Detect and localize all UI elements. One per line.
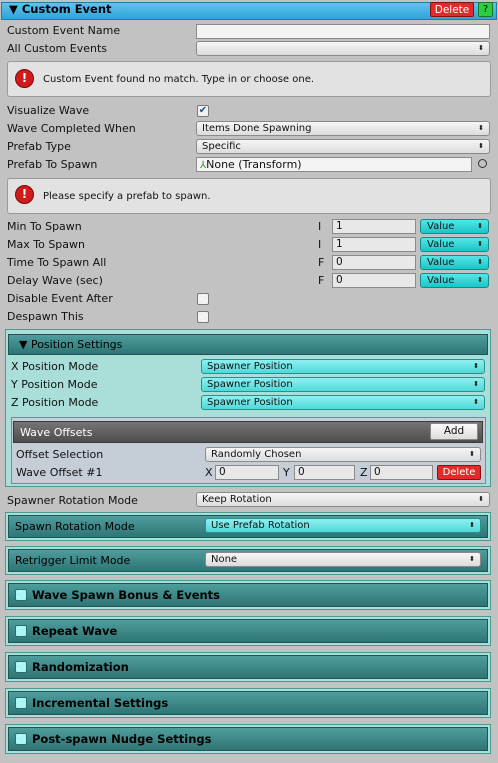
error-icon: ! [15, 185, 34, 204]
visualize-wave-label: Visualize Wave [7, 104, 90, 117]
x-position-mode-label: X Position Mode [11, 360, 99, 373]
dropdown-arrow-icon: ⬍ [473, 398, 479, 406]
z-position-mode-dropdown[interactable]: Spawner Position ⬍ [201, 395, 485, 410]
time-to-spawn-all-mode-dropdown[interactable]: Value ⬍ [420, 255, 489, 270]
all-custom-events-dropdown[interactable]: ⬍ [196, 41, 490, 56]
spawn-rotation-mode-label: Spawn Rotation Mode [15, 520, 135, 533]
object-picker-icon[interactable] [478, 159, 487, 168]
offset-selection-dropdown[interactable]: Randomly Chosen ⬍ [205, 447, 481, 462]
dropdown-arrow-icon: ⬍ [469, 555, 475, 563]
visualize-wave-checkbox[interactable]: ✔ [197, 105, 209, 117]
dropdown-arrow-icon: ⬍ [478, 44, 484, 52]
offset-x-input[interactable]: 0 [215, 465, 279, 480]
add-offset-button[interactable]: Add [430, 423, 478, 440]
retrigger-limit-mode-dropdown[interactable]: None ⬍ [205, 552, 481, 567]
dropdown-arrow-icon: ⬍ [473, 380, 479, 388]
prefab-type-label: Prefab Type [7, 140, 71, 153]
prefab-to-spawn-field[interactable]: ⅄None (Transform) [196, 157, 472, 172]
section-title-randomization: Randomization [32, 660, 129, 674]
section-toggle-checkbox[interactable] [15, 733, 27, 745]
offset-z-input[interactable]: 0 [370, 465, 433, 480]
z-position-mode-label: Z Position Mode [11, 396, 99, 409]
prefab-to-spawn-label: Prefab To Spawn [7, 158, 98, 171]
dropdown-arrow-icon: ⬍ [469, 450, 475, 458]
wave-completed-when-dropdown[interactable]: Items Done Spawning ⬍ [196, 121, 490, 136]
spawner-rotation-mode-dropdown[interactable]: Keep Rotation ⬍ [196, 492, 490, 507]
offset-x-label: X [205, 466, 213, 479]
max-to-spawn-mode-dropdown[interactable]: Value ⬍ [420, 237, 489, 252]
dropdown-arrow-icon: ⬍ [473, 362, 479, 370]
spawner-rotation-mode-label: Spawner Rotation Mode [7, 494, 138, 507]
custom-event-name-label: Custom Event Name [7, 24, 121, 37]
disable-event-after-checkbox[interactable] [197, 293, 209, 305]
dropdown-arrow-icon: ⬍ [477, 240, 483, 248]
error-icon: ! [15, 69, 34, 88]
y-position-mode-label: Y Position Mode [11, 378, 98, 391]
delete-event-button[interactable]: Delete [430, 2, 474, 17]
custom-event-name-input[interactable] [196, 24, 490, 39]
delay-wave-mode-dropdown[interactable]: Value ⬍ [420, 273, 489, 288]
time-to-spawn-all-label: Time To Spawn All [7, 256, 107, 269]
section-title-post-spawn-nudge: Post-spawn Nudge Settings [32, 732, 212, 746]
section-toggle-checkbox[interactable] [15, 697, 27, 709]
position-settings-title: ▼ Position Settings [19, 338, 123, 351]
section-toggle-checkbox[interactable] [15, 661, 27, 673]
delete-offset-button[interactable]: Delete [437, 465, 481, 480]
float-type-label: F [318, 256, 325, 269]
dropdown-arrow-icon: ⬍ [477, 276, 483, 284]
delay-wave-label: Delay Wave (sec) [7, 274, 103, 287]
prefab-warning-text: Please specify a prefab to spawn. [43, 191, 211, 202]
offset-selection-label: Offset Selection [16, 448, 104, 461]
dropdown-arrow-icon: ⬍ [478, 124, 484, 132]
dropdown-arrow-icon: ⬍ [478, 142, 484, 150]
min-to-spawn-mode-dropdown[interactable]: Value ⬍ [420, 219, 489, 234]
offset-y-label: Y [283, 466, 290, 479]
all-custom-events-label: All Custom Events [7, 42, 108, 55]
dropdown-arrow-icon: ⬍ [477, 222, 483, 230]
dropdown-arrow-icon: ⬍ [469, 521, 475, 529]
max-to-spawn-input[interactable]: 1 [332, 237, 416, 252]
min-to-spawn-label: Min To Spawn [7, 220, 82, 233]
disable-event-after-label: Disable Event After [7, 292, 113, 305]
help-button[interactable]: ? [478, 2, 493, 17]
min-to-spawn-input[interactable]: 1 [332, 219, 416, 234]
section-toggle-checkbox[interactable] [15, 589, 27, 601]
wave-offset-1-label: Wave Offset #1 [16, 466, 103, 479]
offset-z-label: Z [360, 466, 368, 479]
despawn-this-checkbox[interactable] [197, 311, 209, 323]
float-type-label: F [318, 274, 325, 287]
retrigger-limit-mode-label: Retrigger Limit Mode [15, 554, 131, 567]
custom-event-warning-box: ! Custom Event found no match. Type in o… [7, 61, 491, 97]
section-toggle-checkbox[interactable] [15, 625, 27, 637]
section-title-wave-spawn-bonus: Wave Spawn Bonus & Events [32, 588, 221, 602]
section-title-incremental-settings: Incremental Settings [32, 696, 169, 710]
spawn-rotation-mode-dropdown[interactable]: Use Prefab Rotation ⬍ [205, 518, 481, 533]
y-position-mode-dropdown[interactable]: Spawner Position ⬍ [201, 377, 485, 392]
x-position-mode-dropdown[interactable]: Spawner Position ⬍ [201, 359, 485, 374]
custom-event-title: ▼ Custom Event [9, 2, 112, 16]
int-type-label: I [318, 220, 322, 233]
time-to-spawn-all-input[interactable]: 0 [332, 255, 416, 270]
int-type-label: I [318, 238, 322, 251]
wave-offsets-title: Wave Offsets [20, 426, 93, 439]
max-to-spawn-label: Max To Spawn [7, 238, 85, 251]
custom-event-warning-text: Custom Event found no match. Type in or … [43, 74, 315, 85]
dropdown-arrow-icon: ⬍ [477, 258, 483, 266]
offset-y-input[interactable]: 0 [294, 465, 355, 480]
delay-wave-input[interactable]: 0 [332, 273, 416, 288]
prefab-type-dropdown[interactable]: Specific ⬍ [196, 139, 490, 154]
despawn-this-label: Despawn This [7, 310, 84, 323]
section-title-repeat-wave: Repeat Wave [32, 624, 118, 638]
wave-completed-when-label: Wave Completed When [7, 122, 136, 135]
prefab-warning-box: ! Please specify a prefab to spawn. [7, 178, 491, 214]
dropdown-arrow-icon: ⬍ [478, 495, 484, 503]
